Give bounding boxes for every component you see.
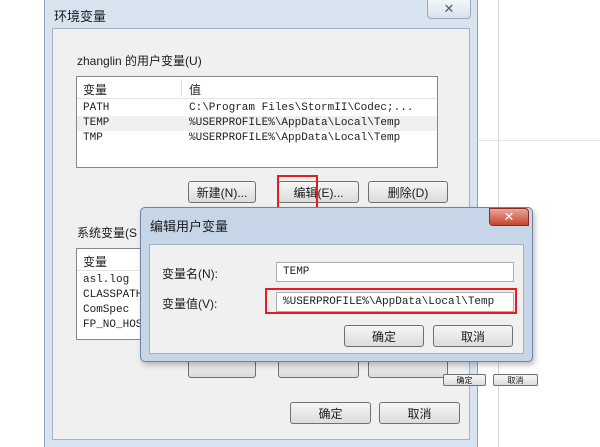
cancel-button[interactable]: 取消	[379, 402, 460, 424]
variable-name-label: 变量名(N):	[162, 267, 218, 281]
variable-value-label: 变量值(V):	[162, 297, 218, 311]
value-field-highlight	[265, 288, 517, 314]
dialog-cancel-button[interactable]: 取消	[433, 325, 513, 347]
window-close-button[interactable]: ✕	[427, 0, 471, 19]
close-icon: ✕	[443, 0, 455, 16]
user-variables-list[interactable]: 变量 值 PATH C:\Program Files\StormII\Codec…	[76, 76, 438, 168]
thumbnail-cancel-button[interactable]: 取消	[493, 374, 538, 386]
background-line	[478, 140, 600, 141]
variable-value: %USERPROFILE%\AppData\Local\Temp	[189, 132, 401, 144]
column-separator[interactable]	[181, 79, 182, 97]
variable-name-field[interactable]: TEMP	[276, 262, 514, 282]
table-row[interactable]: PATH C:\Program Files\StormII\Codec;...	[77, 101, 437, 116]
variable-name: TMP	[83, 132, 103, 144]
table-row[interactable]: TMP %USERPROFILE%\AppData\Local\Temp	[77, 131, 437, 146]
variable-name: CLASSPATH	[83, 289, 143, 301]
system-variables-label: 系统变量(S	[77, 226, 138, 240]
user-variables-label: zhanglin 的用户变量(U)	[77, 54, 202, 68]
variable-name: ComSpec	[83, 304, 130, 316]
ok-button[interactable]: 确定	[290, 402, 371, 424]
dialog-close-button[interactable]: ✕	[489, 208, 529, 226]
edit-button-highlight	[277, 175, 318, 211]
column-header-variable[interactable]: 变量	[83, 81, 107, 98]
variable-value: %USERPROFILE%\AppData\Local\Temp	[189, 117, 401, 129]
dialog-title: 编辑用户变量	[150, 219, 229, 234]
column-header-value[interactable]: 值	[189, 81, 201, 98]
variable-name: TEMP	[83, 117, 110, 129]
variable-value: C:\Program Files\StormII\Codec;...	[189, 102, 414, 114]
column-header-variable[interactable]: 变量	[83, 253, 107, 270]
variable-name: PATH	[83, 102, 110, 114]
window-title: 环境变量	[54, 9, 107, 24]
dialog-ok-button[interactable]: 确定	[344, 325, 424, 347]
thumbnail-ok-button[interactable]: 确定	[443, 374, 486, 386]
close-icon: ✕	[503, 209, 515, 224]
variable-name: asl.log	[83, 274, 130, 286]
page-background-left	[0, 0, 44, 447]
table-row-selected[interactable]: TEMP %USERPROFILE%\AppData\Local\Temp	[77, 116, 437, 131]
delete-button[interactable]: 删除(D)	[368, 181, 448, 203]
user-list-header: 变量 值	[77, 77, 437, 99]
variable-name: FP_NO_HOS	[83, 319, 143, 331]
edit-user-variable-dialog: 编辑用户变量 ✕ 变量名(N): TEMP 变量值(V): %USERPROFI…	[140, 207, 533, 362]
new-button[interactable]: 新建(N)...	[188, 181, 256, 203]
